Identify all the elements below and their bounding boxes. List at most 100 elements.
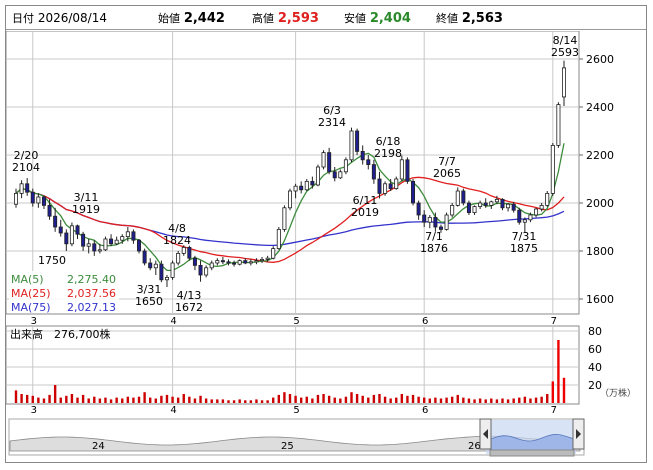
candle-up bbox=[271, 248, 276, 259]
navigator-right-handle[interactable] bbox=[572, 418, 585, 450]
volume-month-label: 6 bbox=[422, 405, 428, 416]
candle-down bbox=[511, 203, 516, 211]
volume-bar bbox=[490, 398, 493, 403]
annotation-price: 1876 bbox=[420, 242, 448, 255]
volume-bar bbox=[25, 394, 29, 403]
volume-bar bbox=[272, 397, 275, 403]
volume-bar bbox=[149, 397, 152, 403]
candle-up bbox=[153, 263, 158, 269]
candle-down bbox=[41, 196, 46, 206]
volume-bar bbox=[557, 340, 560, 403]
volume-bar bbox=[299, 397, 303, 403]
candle-up bbox=[260, 258, 265, 261]
volume-bar bbox=[232, 400, 236, 403]
close-value: 2,563 bbox=[461, 11, 503, 26]
volume-bar bbox=[383, 396, 387, 403]
volume-bar bbox=[546, 394, 549, 403]
volume-bar bbox=[160, 395, 163, 403]
candle-up bbox=[13, 192, 18, 205]
candle-up bbox=[103, 238, 108, 251]
volume-bar bbox=[529, 398, 532, 403]
navigator-scrollbar-thumb[interactable] bbox=[489, 449, 575, 457]
candle-down bbox=[466, 202, 471, 213]
candle-down bbox=[310, 180, 315, 186]
price-tick-label: 2000 bbox=[586, 197, 614, 210]
candle-down bbox=[327, 152, 332, 173]
candle-down bbox=[159, 263, 164, 281]
volume-bar bbox=[260, 400, 264, 403]
annotation-price: 2065 bbox=[433, 167, 461, 180]
volume-bar bbox=[48, 394, 51, 403]
volume-bar bbox=[294, 395, 297, 403]
annotation-price: 1750 bbox=[38, 254, 66, 267]
annotation-price: 1824 bbox=[163, 234, 191, 247]
candle-up bbox=[539, 204, 544, 210]
candle-up bbox=[265, 257, 270, 260]
low-value: 2,404 bbox=[369, 11, 411, 26]
legend-ma75-label: MA(75) bbox=[11, 301, 51, 314]
volume-bar bbox=[473, 399, 476, 403]
volume-bar bbox=[501, 398, 504, 403]
low-field: 安値 2,404 bbox=[344, 10, 411, 26]
volume-bar bbox=[456, 394, 459, 403]
volume-bar bbox=[439, 398, 443, 403]
candle-up bbox=[120, 236, 125, 241]
candle-up bbox=[19, 183, 24, 194]
high-label: 高値 bbox=[252, 12, 274, 25]
candle-down bbox=[299, 185, 304, 191]
volume-x-axis: 345678 bbox=[31, 405, 557, 416]
volume-tick-label: 60 bbox=[588, 343, 602, 356]
volume-tick-label: 40 bbox=[588, 361, 602, 374]
volume-bar bbox=[210, 399, 213, 403]
candle-down bbox=[483, 202, 488, 206]
volume-bar bbox=[534, 397, 538, 403]
price-month-label: 5 bbox=[293, 316, 299, 327]
candle-down bbox=[332, 171, 337, 179]
candle-down bbox=[377, 178, 382, 194]
volume-bar bbox=[104, 397, 107, 403]
candle-up bbox=[534, 208, 539, 216]
candle-up bbox=[69, 225, 74, 245]
ma-legend: MA(5) 2,275.40 MA(25) 2,037.56 MA(75) 2,… bbox=[9, 271, 119, 314]
candle-up bbox=[472, 206, 477, 214]
candle-up bbox=[181, 246, 186, 254]
candle-down bbox=[187, 246, 192, 259]
navigator-year-label: 25 bbox=[281, 441, 294, 452]
candle-down bbox=[411, 180, 416, 204]
volume-bar bbox=[65, 395, 68, 403]
candle-down bbox=[131, 231, 136, 241]
price-month-label: 4 bbox=[170, 316, 176, 327]
volume-bar bbox=[518, 397, 521, 403]
candle-down bbox=[25, 183, 30, 193]
high-value: 2,593 bbox=[277, 11, 319, 26]
volume-bar bbox=[98, 398, 102, 403]
volume-bar bbox=[283, 392, 286, 403]
volume-month-label: 5 bbox=[293, 405, 299, 416]
candle-up bbox=[427, 216, 432, 223]
price-month-label: 6 bbox=[422, 316, 428, 327]
close-field: 終値 2,563 bbox=[436, 10, 503, 26]
navigator[interactable]: 24 25 26 bbox=[8, 418, 585, 457]
candle-up bbox=[276, 228, 281, 249]
annotation-price: 2198 bbox=[374, 147, 402, 160]
candle-up bbox=[287, 190, 292, 209]
candle-up bbox=[282, 207, 287, 230]
date-label: 日付 bbox=[12, 12, 34, 25]
candle-up bbox=[343, 159, 348, 173]
volume-bar bbox=[143, 392, 146, 403]
volume-bar bbox=[450, 396, 454, 403]
volume-bar bbox=[59, 397, 62, 403]
volume-bar bbox=[137, 396, 141, 403]
navigator-left-handle[interactable] bbox=[479, 418, 492, 450]
volume-value: 276,700株 bbox=[54, 327, 111, 341]
candle-up bbox=[394, 178, 399, 190]
volume-bar bbox=[76, 397, 79, 403]
volume-bar bbox=[81, 394, 85, 403]
candle-down bbox=[388, 183, 393, 190]
annotation-price: 2019 bbox=[351, 206, 379, 219]
annotation-price: 2104 bbox=[12, 161, 40, 174]
candle-up bbox=[545, 192, 550, 206]
chart-canvas[interactable]: 160018002000220024002600 2/2021043/11191… bbox=[6, 31, 646, 463]
candle-up bbox=[399, 159, 404, 180]
volume-bar bbox=[355, 394, 359, 403]
